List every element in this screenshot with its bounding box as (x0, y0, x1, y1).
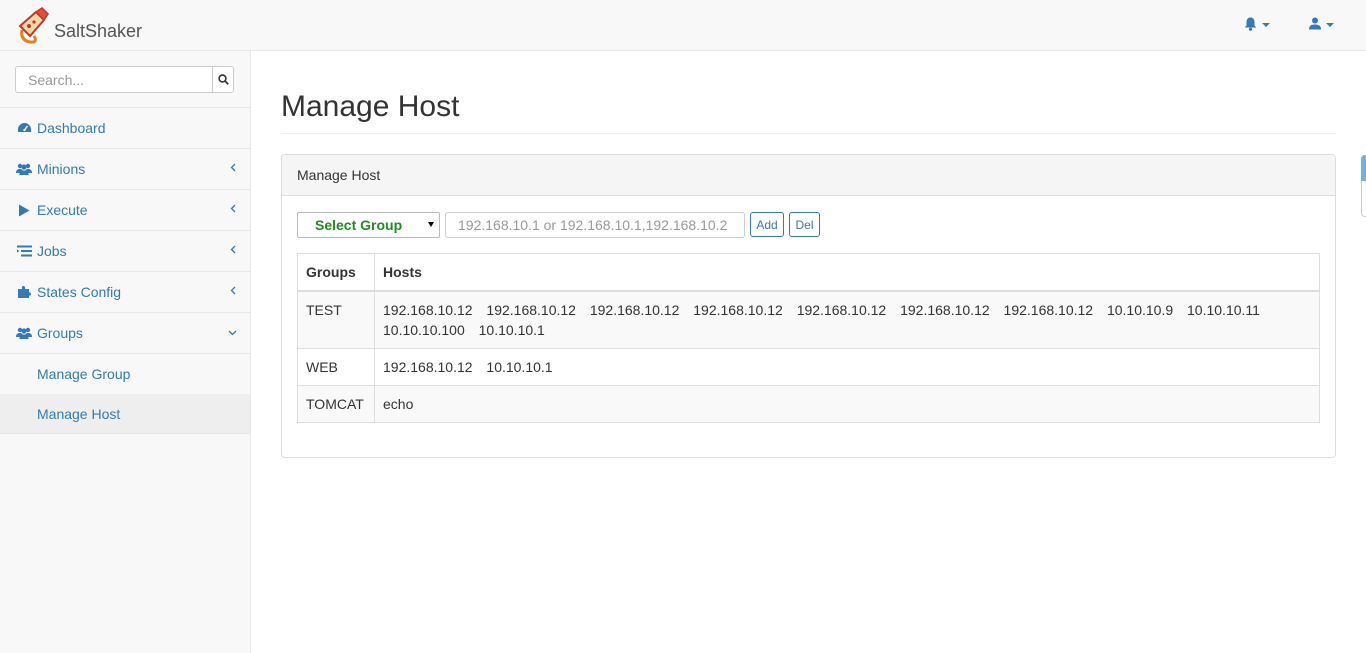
del-button[interactable]: Del (789, 212, 820, 237)
sidebar-item-label: Minions (37, 161, 86, 177)
host-entry: 192.168.10.12 (383, 359, 473, 375)
hosts-cell: 192.168.10.12 192.168.10.12 192.168.10.1… (374, 290, 1320, 349)
sidebar-item-label: Jobs (37, 243, 67, 259)
tasks-icon (16, 244, 32, 258)
group-cell: WEB (297, 348, 375, 386)
table-header-row: Groups Hosts (297, 253, 1320, 292)
sidebar-menu: Dashboard Minions Execute Jobs States Co… (0, 108, 250, 434)
sidebar-item-jobs[interactable]: Jobs (0, 231, 250, 272)
hosts-input[interactable] (445, 212, 745, 238)
column-header-groups: Groups (297, 253, 375, 292)
host-entry: 192.168.10.12 (383, 302, 473, 318)
table-row: TEST 192.168.10.12 192.168.10.12 192.168… (297, 290, 1320, 349)
search-button[interactable] (212, 66, 234, 93)
chevron-down-icon (1326, 23, 1334, 27)
users-icon (16, 326, 32, 340)
column-header-hosts: Hosts (374, 253, 1320, 292)
chevron-down-icon (228, 330, 237, 336)
play-icon (16, 203, 32, 217)
sidebar-search (15, 66, 234, 93)
hosts-cell: 192.168.10.12 10.10.10.1 (374, 348, 1320, 386)
notifications-dropdown[interactable] (1244, 16, 1270, 34)
sidebar-item-groups[interactable]: Groups (0, 313, 250, 354)
group-cell: TEST (297, 290, 375, 349)
hosts-cell: echo (374, 385, 1320, 423)
puzzle-icon (16, 285, 32, 299)
chevron-down-icon (1262, 23, 1270, 27)
dashboard-icon (16, 121, 32, 135)
sidebar-item-minions[interactable]: Minions (0, 149, 250, 190)
top-navbar: SaltShaker (0, 0, 1366, 51)
sidebar-subitem-manage-group[interactable]: Manage Group (0, 354, 250, 394)
saltshaker-logo-icon (14, 6, 52, 46)
sidebar: Dashboard Minions Execute Jobs (0, 51, 251, 653)
users-icon (16, 162, 32, 176)
hosts-table: Groups Hosts TEST 192.168.10.12 192.168.… (297, 253, 1320, 423)
host-entry: 192.168.10.12 (693, 302, 783, 318)
group-cell: TOMCAT (297, 385, 375, 423)
sidebar-item-states-config[interactable]: States Config (0, 272, 250, 313)
sidebar-item-label: Execute (37, 202, 88, 218)
chevron-left-icon (230, 163, 236, 172)
host-entry: 192.168.10.12 (486, 302, 576, 318)
user-dropdown[interactable] (1309, 16, 1334, 34)
host-entry: 10.10.10.11 (1187, 302, 1260, 318)
brand[interactable]: SaltShaker (14, 4, 142, 46)
host-entry: echo (383, 396, 414, 412)
sidebar-item-execute[interactable]: Execute (0, 190, 250, 231)
side-scroll-tab-highlight (1361, 155, 1366, 181)
sidebar-subitem-manage-host[interactable]: Manage Host (0, 394, 250, 434)
bell-icon (1244, 17, 1257, 34)
host-entry: 10.10.10.1 (486, 359, 553, 375)
page-header: Manage Host (281, 86, 1336, 134)
search-input[interactable] (15, 66, 212, 93)
add-button[interactable]: Add (750, 212, 784, 237)
search-icon (217, 74, 229, 85)
host-entry: 192.168.10.12 (1003, 302, 1094, 318)
host-entry: 192.168.10.12 (900, 302, 990, 318)
chevron-left-icon (230, 204, 236, 213)
sidebar-subitem-label: Manage Group (37, 365, 131, 382)
host-entry: 192.168.10.12 (589, 302, 680, 318)
user-icon (1309, 17, 1321, 33)
sidebar-item-label: Dashboard (37, 120, 106, 136)
brand-name: SaltShaker (54, 21, 143, 41)
page-title: Manage Host (281, 90, 460, 123)
table-row: TOMCAT echo (297, 385, 1320, 423)
sidebar-item-label: States Config (37, 284, 122, 300)
sidebar-item-dashboard[interactable]: Dashboard (0, 108, 250, 149)
group-select[interactable]: Select Group (297, 212, 440, 238)
host-entry: 10.10.10.100 (383, 322, 465, 338)
panel-heading: Manage Host (282, 155, 1335, 196)
host-entry: 10.10.10.9 (1106, 302, 1174, 318)
chevron-left-icon (230, 245, 236, 254)
host-entry: 192.168.10.12 (796, 302, 887, 318)
table-row: WEB 192.168.10.12 10.10.10.1 (297, 348, 1320, 386)
sidebar-subitem-label: Manage Host (37, 405, 121, 422)
chevron-left-icon (230, 286, 236, 295)
manage-host-panel: Manage Host Select Group Add Del Groups … (281, 154, 1336, 458)
group-select-value: Select Group (315, 217, 403, 233)
sidebar-item-label: Groups (37, 325, 83, 341)
host-entry: 10.10.10.1 (478, 322, 545, 338)
dropdown-arrow-icon (428, 222, 434, 227)
